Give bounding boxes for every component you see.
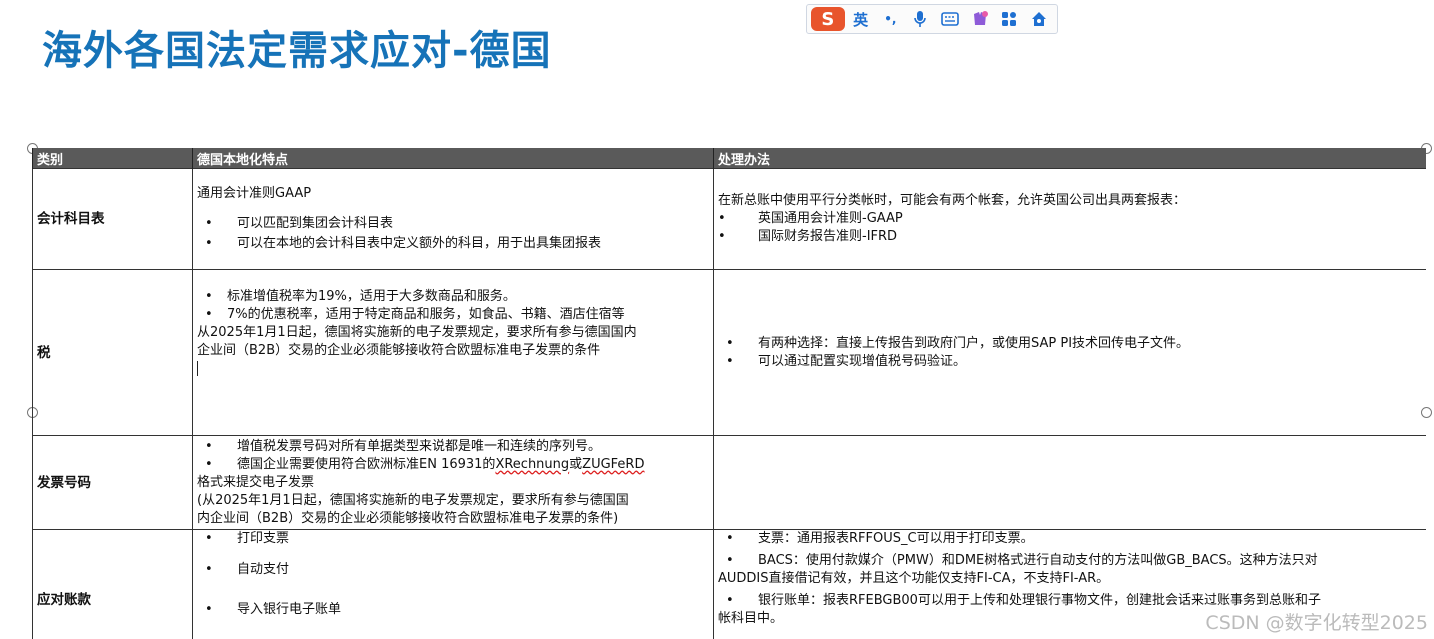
features-invoice: • 增值税发票号码对所有单据类型来说都是唯一和连续的序列号。 • 德国企业需要使用符… (192, 435, 714, 530)
list-item: • 标准增值税率为19%，适用于大多数商品和服务。 (205, 289, 516, 304)
tax-einvoice-note-line2: 企业间（B2B）交易的企业必须能够接收符合欧盟标准电子发票的条件 (197, 343, 601, 358)
table-row-invoice: 发票号码 • 增值税发票号码对所有单据类型来说都是唯一和连续的序列号。 • 德国企业… (32, 435, 1426, 530)
header-handling: 处理办法 (713, 148, 1426, 169)
features-coa: 通用会计准则GAAP • 可以匹配到集团会计科目表 • 可以在本地的会计科目表中定义… (192, 168, 714, 270)
table-header-row: 类别 德国本地化特点 处理办法 (32, 148, 1426, 169)
list-item: • 有两种选择：直接上传报告到政府门户，或使用SAP PI技术回传电子文件。 (726, 335, 1190, 351)
skin-icon[interactable] (966, 7, 994, 31)
slide-title: 海外各国法定需求应对-德国 (42, 28, 552, 74)
header-category: 类别 (32, 148, 193, 169)
list-item: • 打印支票 (205, 531, 290, 546)
zugferd-term: ZUGFeRD (582, 456, 645, 472)
handling-intro: 在新总账中使用平行分类帐时，可能会有两个帐套，允许英国公司出具两套报表： (718, 193, 1187, 208)
tax-einvoice-note-line1: 从2025年1月1日起，德国将实施新的电子发票规定，要求所有参与德国国内 (197, 325, 637, 340)
feature-intro: 通用会计准则GAAP (197, 186, 312, 201)
payable-bacs-continuation: AUDDIS直接借记有效，并且这个功能仅支持FI-CA，不支持FI-AR。 (718, 571, 1110, 586)
handling-tax: • 有两种选择：直接上传报告到政府门户，或使用SAP PI技术回传电子文件。 • 可… (713, 269, 1426, 436)
list-item: • 自动支付 (205, 562, 290, 577)
keyboard-icon[interactable] (936, 7, 964, 31)
xrechnung-term: XRechnung (495, 456, 570, 472)
table-row-tax: 税 • 标准增值税率为19%，适用于大多数商品和服务。 • 7%的优惠税率，适用于特… (32, 269, 1426, 436)
category-coa: 会计科目表 (32, 168, 193, 270)
table-row-coa: 会计科目表 通用会计准则GAAP • 可以匹配到集团会计科目表 • 可以在本地的会计… (32, 168, 1426, 270)
features-payable: • 打印支票 • 自动支付 • 导入银行电子账单 (192, 529, 714, 639)
toolbox-icon[interactable] (995, 7, 1023, 31)
sogou-logo-icon[interactable]: S (811, 7, 845, 31)
category-invoice: 发票号码 (32, 435, 193, 530)
localization-table-frame[interactable]: 类别 德国本地化特点 处理办法 会计科目表 通用会计准则GAAP • 可以匹配到集… (32, 148, 1426, 639)
invoice-note-line2: 内企业间（B2B）交易的企业必须能够接收符合欧盟标准电子发票的条件) (197, 510, 619, 526)
category-tax: 税 (32, 269, 193, 436)
language-mode-toggle[interactable]: 英 (847, 7, 875, 31)
feature-continuation: 格式来提交电子发票 (197, 474, 315, 490)
microphone-icon[interactable] (906, 7, 934, 31)
text-cursor (197, 361, 198, 376)
invoice-note-line1: (从2025年1月1日起，德国将实施新的电子发票规定，要求所有参与德国国 (197, 492, 629, 508)
list-item: • BACS：使用付款媒介（PMW）和DME树格式进行自动支付的方法叫做GB_BA… (726, 553, 1318, 568)
settings-icon[interactable] (1025, 7, 1053, 31)
list-item: • 可以匹配到集团会计科目表 (205, 216, 394, 231)
list-item: • 增值税发票号码对所有单据类型来说都是唯一和连续的序列号。 (205, 438, 602, 454)
header-features: 德国本地化特点 (192, 148, 714, 169)
handling-invoice (713, 435, 1426, 530)
list-item: • 可以在本地的会计科目表中定义额外的科目，用于出具集团报表 (205, 236, 602, 251)
watermark: CSDN @数字化转型2025 (1205, 612, 1428, 634)
list-item: • 支票：通用报表RFFOUS_C可以用于打印支票。 (726, 531, 1034, 546)
list-item: • 导入银行电子账单 (205, 602, 342, 617)
category-payable: 应对账款 (32, 529, 193, 639)
list-item: • 可以通过配置实现增值税号码验证。 (726, 353, 967, 369)
list-item: • 国际财务报告准则-IFRD (718, 229, 898, 244)
list-item: • 德国企业需要使用符合欧洲标准EN 16931的XRechnung或ZUGFeR… (205, 456, 645, 472)
handling-coa: 在新总账中使用平行分类帐时，可能会有两个帐套，允许英国公司出具两套报表： • 英国… (713, 168, 1426, 270)
localization-table: 类别 德国本地化特点 处理办法 会计科目表 通用会计准则GAAP • 可以匹配到集… (32, 148, 1426, 639)
punctuation-toggle[interactable]: •, (876, 7, 904, 31)
list-item: • 7%的优惠税率，适用于特定商品和服务，如食品、书籍、酒店住宿等 (205, 307, 625, 322)
features-tax: • 标准增值税率为19%，适用于大多数商品和服务。 • 7%的优惠税率，适用于特定商… (192, 269, 714, 436)
ime-toolbar[interactable]: S 英 •, (806, 4, 1058, 34)
list-item: • 英国通用会计准则-GAAP (718, 211, 903, 226)
